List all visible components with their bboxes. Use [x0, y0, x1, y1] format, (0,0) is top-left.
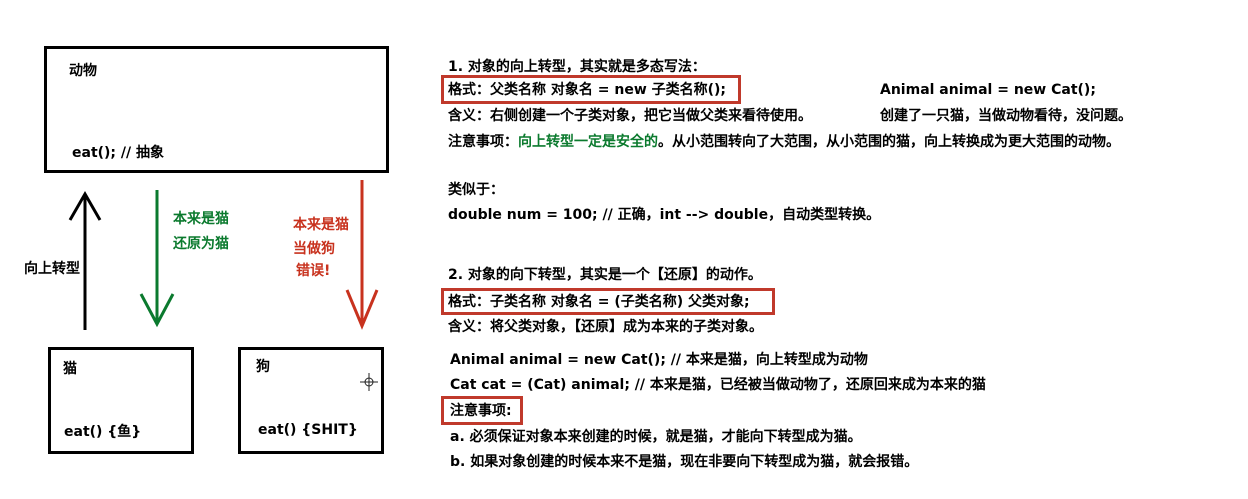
upcast-label: 向上转型 [24, 261, 80, 277]
red-note-line3: 错误! [296, 263, 331, 279]
green-note-line1: 本来是猫 [173, 211, 229, 227]
section1-title: 1. 对象的向上转型，其实就是多态写法： [448, 59, 706, 75]
caution2-label: 注意事项: [450, 403, 512, 419]
similar-code: double num = 100; // 正确，int --> double，自… [448, 207, 881, 223]
s1-example-desc: 创建了一只猫，当做动物看待，没问题。 [880, 108, 1132, 124]
red-note-line1: 本来是猫 [293, 217, 349, 233]
s1-example: Animal animal = new Cat(); [880, 82, 1096, 98]
s1-caution-prefix: 注意事项： [448, 134, 518, 150]
downcast-error-arrow [345, 180, 379, 330]
s1-caution: 注意事项：向上转型一定是安全的。从小范围转向了大范围，从小范围的猫，向上转换成为… [448, 135, 1120, 149]
point-a: a. 必须保证对象本来创建的时候，就是猫，才能向下转型成为猫。 [450, 429, 862, 445]
code-line-1: Animal animal = new Cat(); // 本来是猫，向上转型成… [450, 352, 868, 368]
point-b: b. 如果对象创建的时候本来不是猫，现在非要向下转型成为猫，就会报错。 [450, 454, 919, 470]
code-line-2: Cat cat = (Cat) animal; // 本来是猫，已经被当做动物了… [450, 377, 986, 393]
section2-title: 2. 对象的向下转型，其实是一个【还原】的动作。 [448, 267, 762, 283]
green-note-line2: 还原为猫 [173, 236, 229, 252]
s2-meaning: 含义：将父类对象，【还原】成为本来的子类对象。 [448, 319, 763, 335]
crosshair-cursor-icon [360, 373, 378, 391]
red-note-line2: 当做狗 [293, 241, 335, 257]
s1-caution-highlight: 向上转型一定是安全的 [518, 134, 658, 150]
s1-meaning: 含义：右侧创建一个子类对象，把它当做父类来看待使用。 [448, 108, 812, 124]
s2-format: 格式：子类名称 对象名 = (子类名称) 父类对象; [448, 294, 750, 310]
s1-format: 格式：父类名称 对象名 = new 子类名称(); [448, 82, 727, 98]
s1-caution-rest: 。从小范围转向了大范围，从小范围的猫，向上转换成为更大范围的动物。 [658, 134, 1120, 150]
similar-label: 类似于： [448, 182, 504, 198]
downcast-ok-arrow [139, 190, 175, 328]
